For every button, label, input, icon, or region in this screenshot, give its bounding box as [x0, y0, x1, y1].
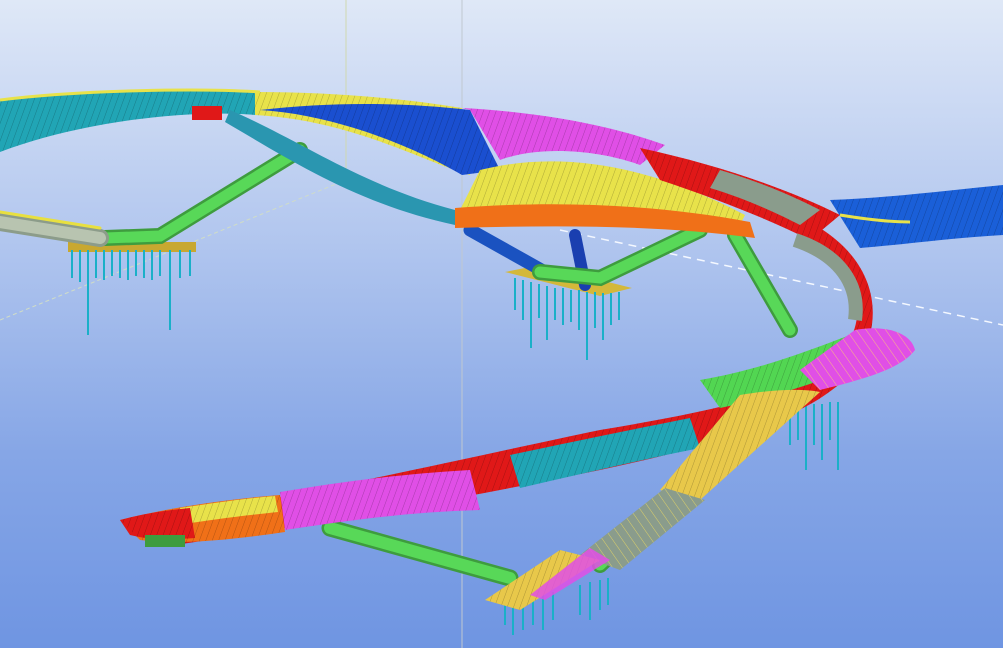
pier-group-left[interactable] — [68, 242, 196, 335]
support-arch-left[interactable] — [0, 142, 308, 247]
upper-ring-deck[interactable] — [0, 88, 840, 240]
model-viewport[interactable] — [0, 0, 1003, 648]
bridge-3d-model[interactable] — [0, 0, 1003, 648]
east-outgoing-deck[interactable] — [830, 185, 1003, 248]
